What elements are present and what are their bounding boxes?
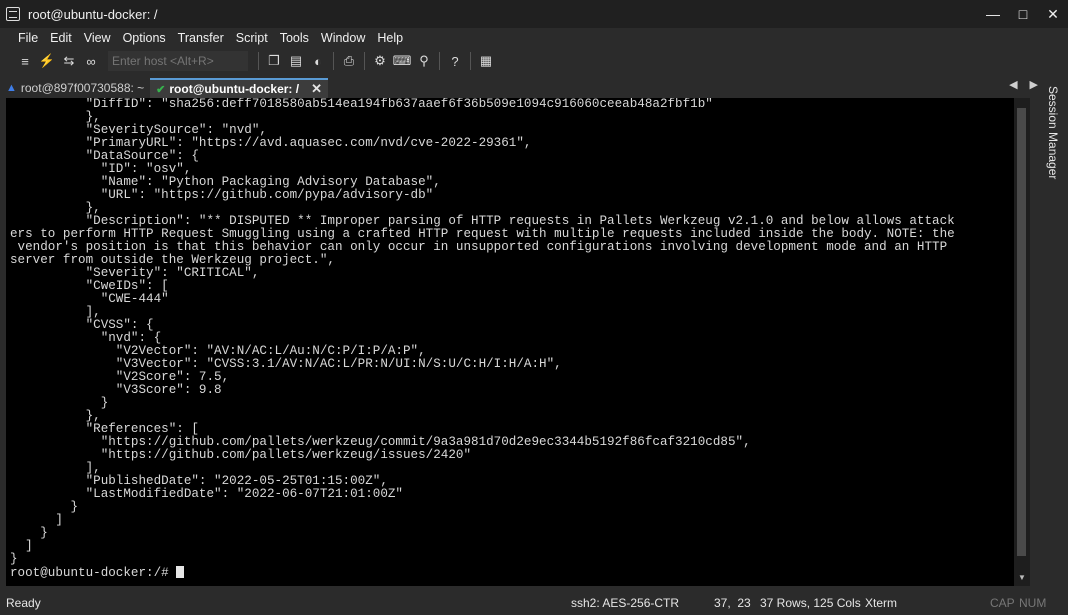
- menu-options[interactable]: Options: [117, 31, 172, 45]
- session-manager-label[interactable]: Session Manager: [1046, 86, 1060, 179]
- tab-prev-icon[interactable]: ◀: [1009, 78, 1017, 91]
- window-controls: — □ ✕: [978, 0, 1068, 28]
- status-ready: Ready: [6, 596, 41, 610]
- menu-bar: File Edit View Options Transfer Script T…: [0, 28, 1068, 48]
- toolbar-divider: [470, 52, 471, 70]
- title-bar: root@ubuntu-docker: / — □ ✕: [0, 0, 1068, 28]
- terminal-line: }: [10, 552, 18, 566]
- toolbar-divider: [439, 52, 440, 70]
- reconnect-icon[interactable]: ⇆: [58, 50, 80, 72]
- toolbar: ≡ ⚡ ⇆ ∞ ❐ ▤ ◐ ⎙ ⚙ ⌨ ⚲ ? ▦: [0, 48, 1068, 74]
- prompt-line[interactable]: root@ubuntu-docker:/#: [10, 566, 1014, 580]
- tab-label: root@ubuntu-docker: /: [169, 82, 300, 96]
- sessions-icon[interactable]: ▦: [475, 50, 497, 72]
- status-terminal-type: Xterm: [865, 596, 898, 610]
- find-icon[interactable]: ◐: [307, 50, 329, 72]
- status-bar: Ready ssh2: AES-256-CTR 37, 23 37 Rows, …: [0, 590, 1068, 615]
- menu-window[interactable]: Window: [315, 31, 371, 45]
- session-tabs: ▲ root@897f00730588: ~ ✔ root@ubuntu-doc…: [0, 76, 1038, 98]
- copy-icon[interactable]: ❐: [263, 50, 285, 72]
- app-terminal-icon: [6, 7, 20, 21]
- menu-script[interactable]: Script: [230, 31, 274, 45]
- terminal-line: "CWE-444": [10, 292, 169, 306]
- terminal-line: "https://github.com/pallets/werkzeug/iss…: [10, 448, 472, 462]
- scrollbar-thumb[interactable]: [1017, 108, 1026, 556]
- toolbar-divider: [364, 52, 365, 70]
- terminal-line: }: [10, 396, 109, 410]
- scroll-down-icon[interactable]: ▼: [1018, 573, 1026, 582]
- terminal-screen[interactable]: "DiffID": "sha256:deff7018580ab514ea194f…: [6, 98, 1014, 586]
- terminal-line: ]: [10, 539, 33, 553]
- terminal-line: "V3Score": 9.8: [10, 383, 222, 397]
- tab-root-ubuntu-docker[interactable]: ✔ root@ubuntu-docker: / ✕: [150, 78, 328, 98]
- tab-navigation: ◀ ▶: [1009, 78, 1038, 91]
- status-num-lock: NUM: [1019, 596, 1047, 610]
- tab-close-icon[interactable]: ✕: [311, 81, 322, 97]
- tab-root-897f00730588[interactable]: ▲ root@897f00730588: ~: [0, 78, 150, 98]
- menu-help[interactable]: Help: [371, 31, 409, 45]
- status-caps-lock: CAP: [990, 596, 1015, 610]
- terminal-line: "LastModifiedDate": "2022-06-07T21:01:00…: [10, 487, 403, 501]
- print-icon[interactable]: ⎙: [338, 50, 360, 72]
- connect-icon[interactable]: ≡: [14, 50, 36, 72]
- terminal-line: "DiffID": "sha256:deff7018580ab514ea194f…: [10, 98, 713, 111]
- terminal-scrollbar[interactable]: ▼: [1014, 98, 1030, 586]
- quick-connect-icon[interactable]: ⚡: [36, 50, 58, 72]
- terminal-line: }: [10, 526, 48, 540]
- paste-icon[interactable]: ▤: [285, 50, 307, 72]
- menu-edit[interactable]: Edit: [44, 31, 78, 45]
- close-button[interactable]: ✕: [1038, 0, 1068, 28]
- maximize-button[interactable]: □: [1008, 0, 1038, 28]
- status-cipher: ssh2: AES-256-CTR: [571, 596, 680, 610]
- keymap-icon[interactable]: ⌨: [391, 50, 413, 72]
- menu-file[interactable]: File: [12, 31, 44, 45]
- toolbar-divider: [333, 52, 334, 70]
- minimize-button[interactable]: —: [978, 0, 1008, 28]
- host-input[interactable]: [108, 51, 248, 71]
- checkmark-icon: ✔: [156, 83, 166, 96]
- toolbar-divider: [258, 52, 259, 70]
- warning-icon: ▲: [6, 82, 17, 94]
- session-manager-panel[interactable]: Session Manager: [1038, 76, 1068, 588]
- menu-view[interactable]: View: [78, 31, 117, 45]
- menu-tools[interactable]: Tools: [274, 31, 315, 45]
- status-cursor-position: 37, 23: [714, 596, 751, 610]
- terminal-line: }: [10, 500, 79, 514]
- terminal-line: "URL": "https://github.com/pypa/advisory…: [10, 188, 434, 202]
- terminal-line: ]: [10, 513, 63, 527]
- tab-label: root@897f00730588: ~: [20, 81, 145, 95]
- tab-next-icon[interactable]: ▶: [1030, 78, 1038, 91]
- shell-prompt: root@ubuntu-docker:/#: [10, 566, 177, 580]
- sftp-icon[interactable]: ⚲: [413, 50, 435, 72]
- text-cursor: [176, 566, 185, 578]
- settings-icon[interactable]: ⚙: [369, 50, 391, 72]
- disconnect-icon[interactable]: ∞: [80, 50, 102, 72]
- menu-transfer[interactable]: Transfer: [172, 31, 230, 45]
- help-icon[interactable]: ?: [444, 50, 466, 72]
- window-title: root@ubuntu-docker: /: [28, 6, 158, 22]
- status-terminal-size: 37 Rows, 125 Cols: [760, 596, 861, 610]
- terminal-line: ],: [10, 305, 101, 319]
